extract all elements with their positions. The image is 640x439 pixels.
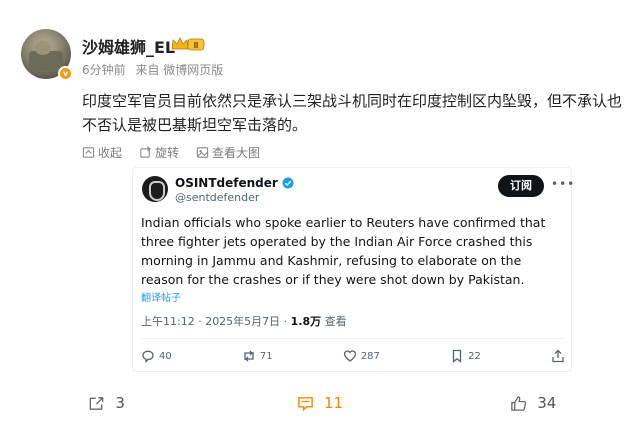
post-content: 印度空军官员目前依然只是承认三架战斗机同时在印度控制区内坠毁，但不承认也不否认是… [82, 92, 623, 134]
repost-icon [90, 396, 104, 410]
collapse-button[interactable]: 收起 [82, 144, 122, 161]
tweet-author-name-text: OSINTdefender [175, 176, 278, 190]
tweet-text: Indian officials who spoke earlier to Re… [141, 215, 546, 287]
tweet-timestamp: 上午11:12 · 2025年5月7日 · 1.8万 查看 [141, 313, 347, 329]
tweet-author-handle[interactable]: @sentdefender [175, 191, 259, 204]
retweet-count: 71 [259, 350, 273, 362]
reply-button[interactable]: 40 [141, 349, 172, 363]
view-large-label: 查看大图 [212, 146, 261, 160]
like-count: 287 [360, 350, 380, 362]
comment-icon [298, 396, 313, 411]
like-count-bottom: 34 [537, 394, 557, 412]
svg-text:Ⅱ: Ⅱ [193, 41, 198, 50]
weibo-post-card: v 沙姆雄狮_EL Ⅱ 6分钟前 来自 微博网页版 印度空军官员目前依然只是承认… [0, 0, 640, 439]
post-meta: 6分钟前 来自 微博网页版 [82, 61, 229, 78]
vip-crown-icon[interactable]: Ⅱ [170, 36, 206, 52]
post-action-bar: 3 11 34 [0, 386, 640, 420]
share-button[interactable] [551, 349, 565, 363]
comment-count: 11 [323, 394, 344, 412]
verified-v-icon: v [58, 66, 73, 81]
more-options-icon[interactable]: ••• [551, 177, 575, 191]
tweet-author-name[interactable]: OSINTdefender [175, 176, 294, 190]
rotate-button[interactable]: 旋转 [139, 144, 179, 161]
reply-icon [142, 350, 154, 363]
bookmark-button[interactable]: 22 [450, 349, 481, 363]
thumbs-up-icon [511, 395, 527, 411]
thumbs-up-button[interactable]: 34 [427, 386, 640, 420]
bookmark-count: 22 [468, 350, 481, 362]
divider [141, 338, 565, 339]
image-icon [196, 147, 209, 158]
retweet-button[interactable]: 71 [242, 349, 273, 363]
media-toolbar: 收起 旋转 查看大图 [82, 144, 260, 161]
reply-count: 40 [159, 350, 172, 362]
share-icon [552, 349, 564, 363]
post-time[interactable]: 6分钟前 [82, 63, 126, 77]
comment-button[interactable]: 11 [213, 386, 426, 420]
rotate-icon [140, 146, 152, 158]
rotate-label: 旋转 [155, 146, 180, 160]
subscribe-button[interactable]: 订阅 [498, 175, 544, 197]
heart-icon [343, 350, 356, 362]
repost-button[interactable]: 3 [0, 386, 213, 420]
bookmark-icon [452, 349, 462, 363]
tweet-author-avatar[interactable] [142, 176, 168, 202]
username[interactable]: 沙姆雄狮_EL [82, 34, 175, 58]
view-large-button[interactable]: 查看大图 [196, 144, 260, 161]
tweet-stats: 40 71 287 22 [141, 349, 565, 363]
tweet-views-label: 查看 [321, 315, 347, 328]
tweet-views-count: 1.8万 [290, 315, 322, 328]
retweet-icon [244, 350, 254, 362]
embedded-tweet[interactable]: OSINTdefender @sentdefender 订阅 ••• India… [132, 167, 575, 372]
tweet-time-text[interactable]: 上午11:12 · 2025年5月7日 · [141, 315, 291, 328]
repost-count: 3 [115, 394, 125, 412]
collapse-label: 收起 [98, 146, 123, 160]
post-source: 来自 微博网页版 [135, 63, 224, 77]
like-button[interactable]: 287 [343, 349, 380, 363]
collapse-icon [82, 147, 95, 158]
translate-link[interactable]: 翻译帖子 [141, 289, 181, 304]
verified-check-icon [282, 177, 294, 189]
